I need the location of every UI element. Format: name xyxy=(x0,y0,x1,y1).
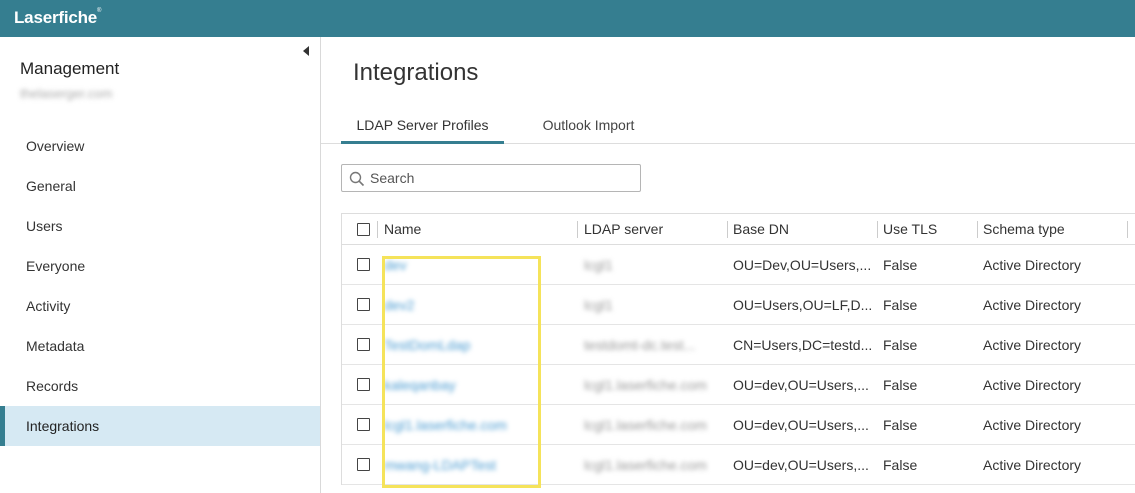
column-header-ldap-server[interactable]: LDAP server xyxy=(584,214,724,245)
profile-name-link[interactable]: lcgl1.laserfiche.com xyxy=(384,417,507,433)
base-dn-cell: OU=Dev,OU=Users,... xyxy=(733,257,872,273)
tab-outlook-import[interactable]: Outlook Import xyxy=(526,117,651,144)
ldap-server-cell: lcgl1 xyxy=(584,257,613,273)
page-title: Integrations xyxy=(353,59,479,86)
schema-type-cell: Active Directory xyxy=(983,337,1082,353)
table-row[interactable]: lcgl1.laserfiche.com lcgl1.laserfiche.co… xyxy=(342,405,1135,445)
ldap-server-cell: lcgl1 xyxy=(584,297,613,313)
profile-name-link[interactable]: kaleqanbay xyxy=(384,377,456,393)
select-all-checkbox[interactable] xyxy=(357,223,370,236)
sidebar-item-records[interactable]: Records xyxy=(0,366,320,406)
row-checkbox[interactable] xyxy=(357,338,370,351)
sidebar-item-everyone[interactable]: Everyone xyxy=(0,246,320,286)
row-checkbox[interactable] xyxy=(357,378,370,391)
search-box[interactable] xyxy=(341,164,641,192)
sidebar-item-general[interactable]: General xyxy=(0,166,320,206)
profile-name-link[interactable]: mwang-LDAPTest xyxy=(384,457,496,473)
column-separator[interactable] xyxy=(1127,221,1128,238)
profile-name-link[interactable]: dev xyxy=(384,257,407,273)
sidebar-item-users[interactable]: Users xyxy=(0,206,320,246)
sidebar-item-metadata[interactable]: Metadata xyxy=(0,326,320,366)
schema-type-cell: Active Directory xyxy=(983,377,1082,393)
ldap-server-cell: lcgl1.laserfiche.com xyxy=(584,457,707,473)
ldap-server-cell: lcgl1.laserfiche.com xyxy=(584,377,707,393)
column-header-name[interactable]: Name xyxy=(384,214,534,245)
column-separator[interactable] xyxy=(977,221,978,238)
laserfiche-logo[interactable]: Laserfiche® xyxy=(14,8,101,28)
sidebar-title: Management xyxy=(20,59,120,78)
use-tls-cell: False xyxy=(883,377,918,393)
use-tls-cell: False xyxy=(883,417,918,433)
row-checkbox[interactable] xyxy=(357,258,370,271)
top-bar: Laserfiche® xyxy=(0,0,1135,37)
table-row[interactable]: dev lcgl1 OU=Dev,OU=Users,... False Acti… xyxy=(342,245,1135,285)
use-tls-cell: False xyxy=(883,457,918,473)
table-row[interactable]: mwang-LDAPTest lcgl1.laserfiche.com OU=d… xyxy=(342,445,1135,485)
schema-type-cell: Active Directory xyxy=(983,457,1082,473)
table-row[interactable]: TestDomLdap testdomt-dc.test... CN=Users… xyxy=(342,325,1135,365)
use-tls-cell: False xyxy=(883,257,918,273)
sidebar: Management thelaserger.com Overview Gene… xyxy=(0,37,321,493)
row-checkbox[interactable] xyxy=(357,418,370,431)
schema-type-cell: Active Directory xyxy=(983,257,1082,273)
schema-type-cell: Active Directory xyxy=(983,417,1082,433)
base-dn-cell: OU=dev,OU=Users,... xyxy=(733,417,869,433)
tab-bar: LDAP Server Profiles Outlook Import xyxy=(321,115,1135,144)
sidebar-item-activity[interactable]: Activity xyxy=(0,286,320,326)
sidebar-nav: Overview General Users Everyone Activity… xyxy=(0,126,320,446)
column-separator[interactable] xyxy=(577,221,578,238)
profile-name-link[interactable]: TestDomLdap xyxy=(384,337,470,353)
use-tls-cell: False xyxy=(883,337,918,353)
column-header-use-tls[interactable]: Use TLS xyxy=(883,214,968,245)
base-dn-cell: OU=dev,OU=Users,... xyxy=(733,377,869,393)
table-header: Name LDAP server Base DN Use TLS Schema … xyxy=(342,213,1135,245)
schema-type-cell: Active Directory xyxy=(983,297,1082,313)
tab-ldap-server-profiles[interactable]: LDAP Server Profiles xyxy=(341,117,504,144)
search-icon xyxy=(349,171,365,187)
column-header-schema-type[interactable]: Schema type xyxy=(983,214,1133,245)
row-checkbox[interactable] xyxy=(357,458,370,471)
sidebar-item-overview[interactable]: Overview xyxy=(0,126,320,166)
search-input[interactable] xyxy=(370,168,635,188)
sidebar-item-integrations[interactable]: Integrations xyxy=(0,406,320,446)
column-separator[interactable] xyxy=(377,221,378,238)
table-row[interactable]: dev2 lcgl1 OU=Users,OU=LF,D... False Act… xyxy=(342,285,1135,325)
collapse-sidebar-icon[interactable] xyxy=(303,46,309,56)
sidebar-subtitle: thelaserger.com xyxy=(20,86,113,101)
ldap-server-cell: testdomt-dc.test... xyxy=(584,337,696,353)
table-row[interactable]: kaleqanbay lcgl1.laserfiche.com OU=dev,O… xyxy=(342,365,1135,405)
column-separator[interactable] xyxy=(727,221,728,238)
base-dn-cell: CN=Users,DC=testd... xyxy=(733,337,873,353)
profile-name-link[interactable]: dev2 xyxy=(384,297,414,313)
column-separator[interactable] xyxy=(877,221,878,238)
use-tls-cell: False xyxy=(883,297,918,313)
main-content: Integrations LDAP Server Profiles Outloo… xyxy=(321,37,1135,493)
base-dn-cell: OU=dev,OU=Users,... xyxy=(733,457,869,473)
base-dn-cell: OU=Users,OU=LF,D... xyxy=(733,297,873,313)
ldap-profiles-table: Name LDAP server Base DN Use TLS Schema … xyxy=(341,213,1135,485)
column-header-base-dn[interactable]: Base DN xyxy=(733,214,873,245)
row-checkbox[interactable] xyxy=(357,298,370,311)
ldap-server-cell: lcgl1.laserfiche.com xyxy=(584,417,707,433)
